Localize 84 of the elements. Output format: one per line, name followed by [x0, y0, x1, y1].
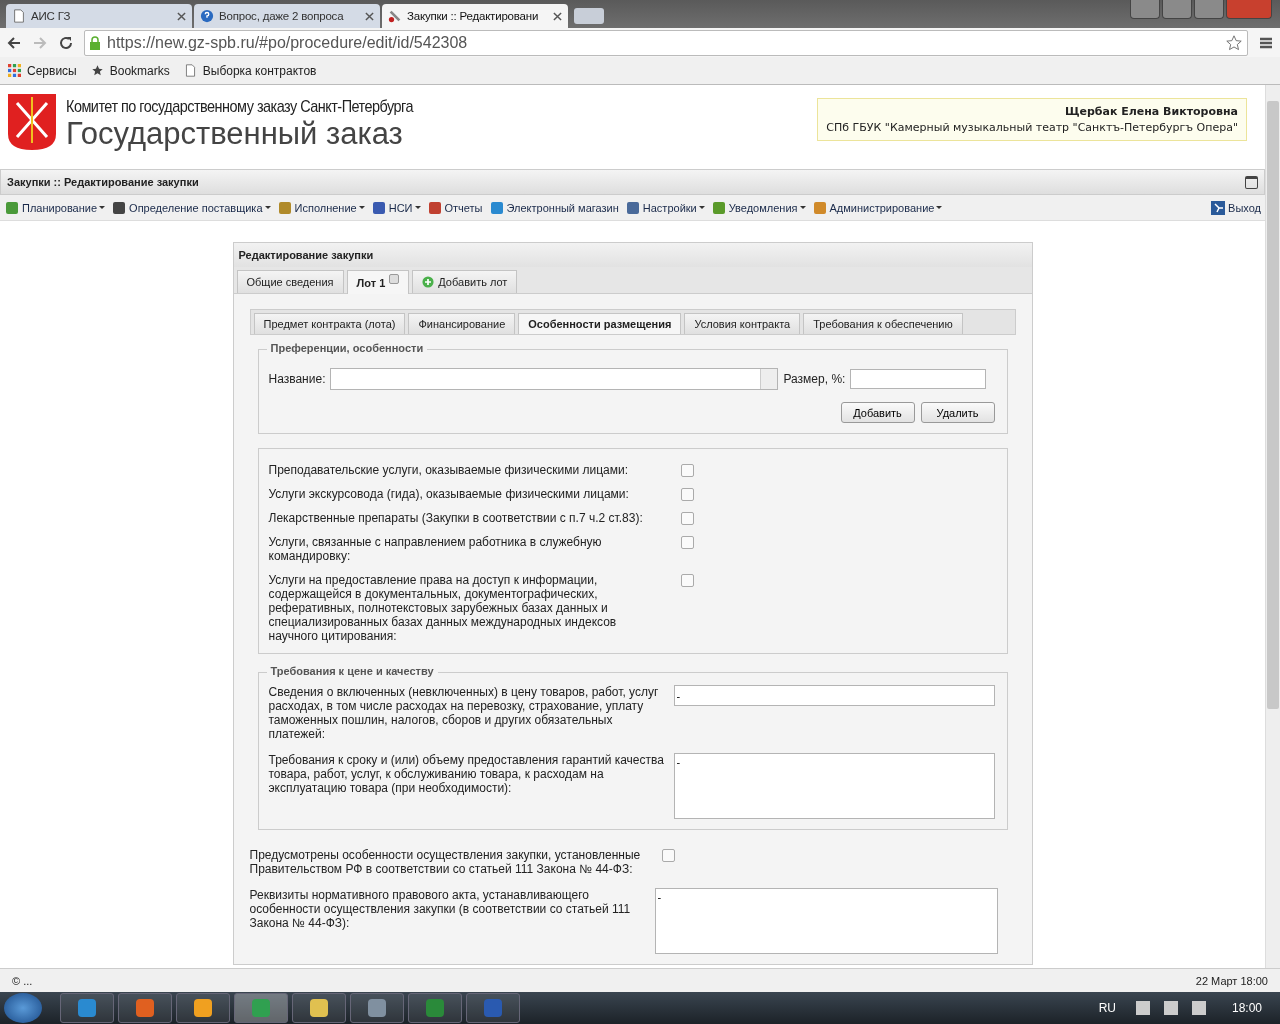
- text-area[interactable]: -: [673, 753, 995, 819]
- checkbox-label: Предусмотрены особенности осуществления закупки, установленные Правительством РФ в соответствии со статьей 111 Закона № 44-ФЗ:: [249, 848, 642, 876]
- checkbox[interactable]: [680, 464, 694, 477]
- action-button[interactable]: Добавить: [840, 402, 915, 423]
- tab-title: Вопрос, даже 2 вопроса: [219, 10, 345, 22]
- user-name: Щербак Елена Викторовна: [1064, 105, 1238, 118]
- tab[interactable]: Добавить лот: [412, 270, 518, 293]
- user-organization: СПб ГБУК "Камерный музыкальный театр "Санктъ-Петербургъ Опера": [826, 121, 1238, 134]
- page-icon: [12, 9, 26, 23]
- page-title: Закупки :: Редактирование закупки: [7, 176, 199, 188]
- checkbox[interactable]: [661, 849, 675, 862]
- bookmark-item[interactable]: Bookmarks: [90, 63, 170, 78]
- tab[interactable]: Общие сведения: [236, 270, 344, 293]
- menu-item[interactable]: Администрирование: [811, 199, 943, 216]
- field-label: Размер, %:: [783, 372, 846, 386]
- menu-item[interactable]: НСИ: [370, 199, 421, 216]
- start-button[interactable]: [4, 993, 42, 1023]
- bookmark-item[interactable]: Выборка контрактов: [183, 63, 317, 78]
- tab[interactable]: Особенности размещения: [518, 313, 682, 334]
- question-icon: [200, 9, 214, 23]
- text-area[interactable]: -: [654, 888, 998, 954]
- back-icon[interactable]: [6, 34, 22, 51]
- clock[interactable]: 18:00: [1231, 1001, 1262, 1015]
- fieldset-legend: Требования к цене и качеству: [266, 665, 438, 677]
- apps-grid-icon: [8, 64, 21, 77]
- page-icon: [183, 64, 197, 77]
- maximize-icon[interactable]: [1245, 175, 1258, 189]
- add-icon: [422, 276, 435, 288]
- browser-tab[interactable]: АИС ГЗ: [6, 4, 192, 28]
- reload-icon[interactable]: [58, 34, 74, 51]
- organization-name: Комитет по государственному заказу Санкт-Петербурга: [66, 97, 414, 117]
- browser-tab[interactable]: Закупки :: Редактировани: [382, 4, 568, 28]
- site-title: Государственный заказ: [66, 117, 404, 151]
- form-title: Редактирование закупки: [233, 243, 1032, 267]
- status-text: © ...: [12, 974, 33, 987]
- bookmark-item[interactable]: Сервисы: [8, 63, 77, 78]
- field-label: Название:: [268, 372, 326, 386]
- checkbox-label: Лекарственные препараты (Закупки в соответствии с п.7 ч.2 ст.83):: [268, 511, 644, 525]
- action-button[interactable]: Удалить: [920, 402, 995, 423]
- tab[interactable]: Финансирование: [408, 313, 516, 334]
- menu-item[interactable]: Настройки: [624, 199, 705, 216]
- star-icon: [90, 64, 104, 77]
- star-icon[interactable]: [1225, 33, 1243, 52]
- checkbox[interactable]: [680, 488, 694, 501]
- menu-item[interactable]: Определение поставщика: [111, 199, 271, 216]
- size-field[interactable]: [850, 369, 987, 389]
- coat-of-arms-icon: [7, 93, 57, 151]
- fieldset-legend: Преференции, особенности: [266, 342, 428, 354]
- exit-icon: [1210, 199, 1227, 216]
- minimize-button[interactable]: [1162, 0, 1192, 19]
- name-dropdown[interactable]: [330, 368, 779, 390]
- checkbox[interactable]: [680, 574, 694, 587]
- text-field[interactable]: -: [673, 685, 995, 706]
- field-label: Сведения о включенных (невключенных) в цену товаров, работ, услуг расходах, в том числе расходах на перевозку, страхование, уплату таможенных пошлин, налогов, сборов и других обязательных платежей:: [268, 685, 660, 741]
- url-text: https://new.gz-spb.ru/#po/procedure/edit/id/542308: [107, 33, 469, 52]
- tab-title: Закупки :: Редактировани: [407, 10, 540, 22]
- address-bar[interactable]: https://new.gz-spb.ru/#po/procedure/edit/id/542308: [84, 29, 1248, 56]
- menu-item[interactable]: Уведомления: [710, 199, 806, 216]
- tab-title: АИС ГЗ: [31, 10, 72, 22]
- field-label: Требования к сроку и (или) объему предоставления гарантий качества товара, работ, услуг, к обслуживанию товара, к расходам на эксплуатацию товара (при необходимости):: [268, 753, 665, 795]
- checkbox-label: Преподавательские услуги, оказываемые физическими лицами:: [268, 463, 629, 477]
- menu-item[interactable]: Исполнение: [276, 199, 365, 216]
- tab[interactable]: Предмет контракта (лота): [253, 313, 406, 334]
- checkbox-label: Услуги экскурсовода (гида), оказываемые физическими лицами:: [268, 487, 630, 501]
- menu-item[interactable]: Электронный магазин: [488, 199, 619, 216]
- close-button[interactable]: [1226, 0, 1272, 19]
- browser-tab[interactable]: Вопрос, даже 2 вопроса: [194, 4, 380, 28]
- language-indicator[interactable]: RU: [1098, 1001, 1116, 1015]
- checkbox[interactable]: [680, 536, 694, 549]
- restore-button[interactable]: [1194, 0, 1224, 19]
- lock-icon: [89, 35, 101, 50]
- tab[interactable]: Требования к обеспечению: [803, 313, 963, 334]
- menu-item[interactable]: Планирование: [4, 199, 106, 216]
- logout-link[interactable]: Выход: [1210, 199, 1261, 216]
- tab[interactable]: Условия контракта: [684, 313, 801, 334]
- field-label: Реквизиты нормативного правового акта, устанавливающего особенности осуществления закупки (в соответствии со статьей 111 Закона № 44-ФЗ):: [249, 888, 632, 930]
- menu-item[interactable]: Отчеты: [426, 199, 483, 216]
- forward-icon[interactable]: [32, 34, 48, 51]
- checkbox-label: Услуги на предоставление права на доступ к информации, содержащейся в документальных, документографических, реферативных, полнотекстовых зарубежных базах данных и специализированных базах данных международных индексов научного цитирования:: [268, 573, 618, 643]
- status-date: 22 Март 18:00: [1195, 974, 1268, 987]
- checkbox-label: Услуги, связанные с направлением работника в служебную командировку:: [268, 535, 603, 563]
- scrollbar[interactable]: [1265, 85, 1280, 968]
- checkbox[interactable]: [680, 512, 694, 525]
- tab[interactable]: Лот 1: [346, 270, 410, 294]
